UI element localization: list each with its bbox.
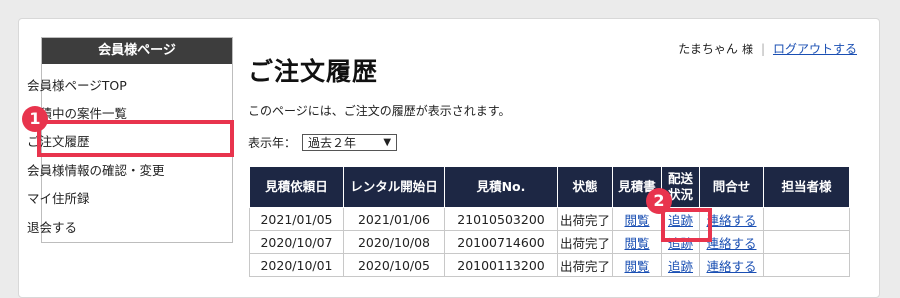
header-status: 状態 [557, 166, 613, 208]
year-filter-label: 表示年： [248, 136, 297, 150]
track-delivery-link[interactable]: 追跡 [661, 253, 700, 277]
highlight-box-order-history [37, 120, 234, 157]
contact-link[interactable]: 連絡する [699, 253, 764, 277]
view-quote-link[interactable]: 閲覧 [612, 253, 662, 277]
header-inquiry: 問合せ [699, 166, 764, 208]
user-area: たまちゃん様 | ログアウトする [678, 40, 857, 57]
cell-contact-person [763, 230, 850, 254]
cell-status: 出荷完了 [557, 253, 613, 277]
sidebar-item-withdraw[interactable]: 退会する [27, 217, 77, 236]
page-title: ご注文履歴 [248, 57, 379, 86]
cell-rental-start: 2021/01/06 [343, 207, 445, 231]
cell-contact-person [763, 253, 850, 277]
sidebar-title: 会員様ページ [42, 38, 232, 64]
user-honorific: 様 [741, 43, 753, 56]
year-filter: 表示年： 過去２年 ▼ [248, 134, 398, 151]
cell-status: 出荷完了 [557, 230, 613, 254]
sidebar-item-member-info[interactable]: 会員様情報の確認・変更 [27, 160, 165, 179]
header-quote-no: 見積No. [444, 166, 558, 208]
year-select-value: 過去２年 [308, 136, 357, 150]
header-rental-start: レンタル開始日 [343, 166, 445, 208]
table-row: 2020/10/07 2020/10/08 20100714600 出荷完了 閲… [249, 230, 850, 254]
year-select[interactable]: 過去２年 ▼ [302, 134, 398, 151]
cell-contact-person [763, 207, 850, 231]
table-header-row: 見積依頼日 レンタル開始日 見積No. 状態 見積書 配送 状況 問合せ 担当者… [249, 166, 850, 208]
cell-quote-date: 2020/10/07 [249, 230, 344, 254]
page-description: このページには、ご注文の履歴が表示されます。 [248, 104, 511, 118]
sidebar-item-address-book[interactable]: マイ住所録 [27, 188, 90, 207]
view-quote-link[interactable]: 閲覧 [612, 230, 662, 254]
header-quote-date: 見積依頼日 [249, 166, 344, 208]
cell-quote-no: 21010503200 [444, 207, 558, 231]
cell-quote-date: 2021/01/05 [249, 207, 344, 231]
user-name: たまちゃん [678, 42, 738, 56]
cell-quote-no: 20100113200 [444, 253, 558, 277]
header-contact-person: 担当者様 [763, 166, 850, 208]
cell-rental-start: 2020/10/08 [343, 230, 445, 254]
sidebar-item-member-top[interactable]: 会員様ページTOP [27, 75, 127, 94]
highlight-box-track [661, 208, 712, 242]
chevron-down-icon: ▼ [383, 137, 392, 148]
logout-link[interactable]: ログアウトする [773, 42, 857, 56]
table-row: 2021/01/05 2021/01/06 21010503200 出荷完了 閲… [249, 207, 850, 231]
cell-quote-no: 20100714600 [444, 230, 558, 254]
cell-status: 出荷完了 [557, 207, 613, 231]
step-badge-1: 1 [22, 106, 48, 132]
table-row: 2020/10/01 2020/10/05 20100113200 出荷完了 閲… [249, 253, 850, 277]
user-separator: | [760, 42, 765, 56]
cell-quote-date: 2020/10/01 [249, 253, 344, 277]
step-badge-2: 2 [646, 188, 672, 214]
order-history-table: 見積依頼日 レンタル開始日 見積No. 状態 見積書 配送 状況 問合せ 担当者… [249, 166, 850, 277]
cell-rental-start: 2020/10/05 [343, 253, 445, 277]
